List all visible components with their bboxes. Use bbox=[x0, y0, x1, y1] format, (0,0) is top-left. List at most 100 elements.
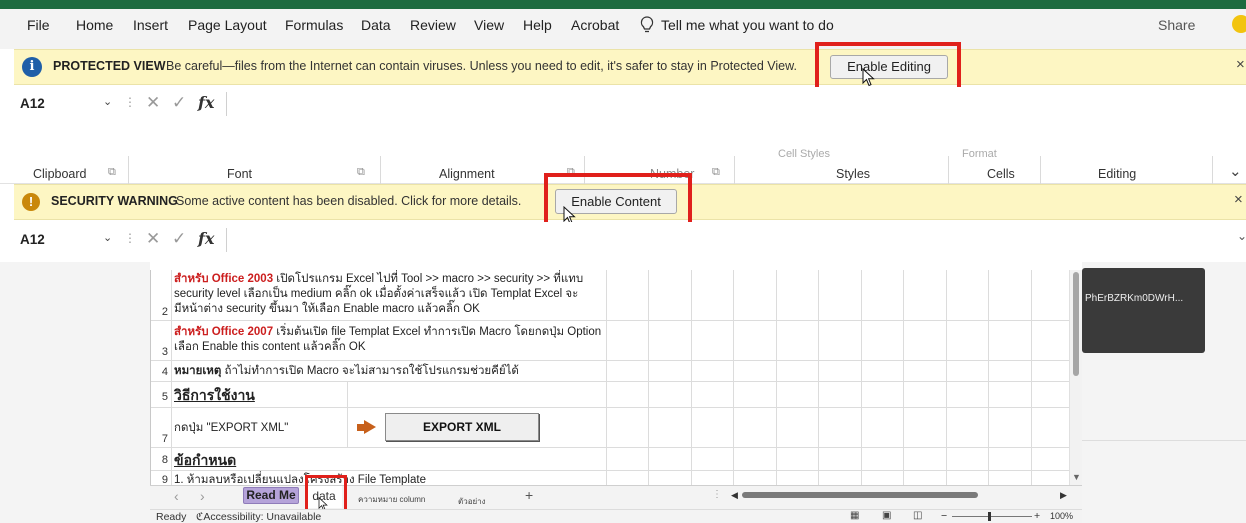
protected-view-message: Be careful—files from the Internet can c… bbox=[166, 59, 797, 73]
left-margin bbox=[0, 262, 150, 523]
enter-icon[interactable]: ✓ bbox=[172, 93, 186, 113]
sheet-tab-read-me[interactable]: Read Me bbox=[243, 487, 299, 504]
menu-file[interactable]: File bbox=[27, 17, 50, 33]
requirement-1: 1. ห้ามลบหรือเปลี่ยนแปลงโครงสร้าง File T… bbox=[174, 474, 426, 485]
grid-line bbox=[171, 270, 172, 485]
ribbon-group-editing: Editing bbox=[1098, 167, 1137, 181]
sheet-tab-example[interactable]: ตัวอย่าง bbox=[458, 495, 486, 508]
zoom-slider[interactable] bbox=[952, 516, 1032, 517]
grid-line bbox=[733, 270, 734, 485]
prev-sheet-icon[interactable]: ‹ bbox=[174, 488, 179, 504]
ribbon-group-clipboard: Clipboard bbox=[33, 167, 87, 181]
export-xml-button[interactable]: EXPORT XML bbox=[385, 413, 539, 441]
clipboard-launcher-icon[interactable]: ⧉ bbox=[108, 166, 116, 179]
name-box[interactable]: A12 bbox=[20, 232, 45, 247]
scroll-down-icon[interactable]: ▼ bbox=[1072, 472, 1081, 482]
add-sheet-icon[interactable]: + bbox=[525, 487, 533, 503]
zoom-slider-handle[interactable] bbox=[988, 512, 991, 521]
title-bar-strip bbox=[0, 0, 1246, 9]
note-row: หมายเหตุ ถ้าไม่ทำการเปิด Macro จะไม่สามา… bbox=[174, 364, 604, 379]
ribbon-group-alignment: Alignment bbox=[439, 167, 495, 181]
formula-input[interactable] bbox=[226, 228, 1236, 252]
scroll-right-icon[interactable]: ▶ bbox=[1060, 490, 1067, 501]
format-faded: Format bbox=[962, 148, 997, 160]
name-box[interactable]: A12 bbox=[20, 96, 45, 111]
info-icon: i bbox=[22, 57, 42, 77]
how-to-use-heading: วิธีการใช้งาน bbox=[174, 387, 255, 403]
vertical-scroll-thumb[interactable] bbox=[1073, 272, 1079, 376]
video-tile: PhErBZRKm0DWrH... bbox=[1082, 268, 1205, 353]
horizontal-scroll-thumb[interactable] bbox=[742, 492, 978, 498]
name-box-dropdown-icon[interactable]: ⌄ bbox=[103, 231, 112, 244]
grid-line bbox=[151, 470, 1071, 471]
grid-line bbox=[347, 381, 348, 447]
ribbon-group-styles: Styles bbox=[836, 167, 871, 181]
group-separator bbox=[948, 156, 949, 184]
insert-function-icon[interactable]: fx bbox=[198, 229, 214, 248]
page-layout-view-icon[interactable]: ▣ bbox=[882, 510, 891, 521]
zoom-level[interactable]: 100% bbox=[1050, 511, 1073, 521]
font-launcher-icon[interactable]: ⧉ bbox=[357, 166, 365, 179]
security-warning-close-icon[interactable]: × bbox=[1234, 191, 1243, 208]
menu-view[interactable]: View bbox=[474, 17, 504, 33]
menu-data[interactable]: Data bbox=[361, 17, 391, 33]
expand-formula-icon[interactable]: ⌄ bbox=[1237, 229, 1246, 243]
group-separator bbox=[128, 156, 129, 184]
grid-line bbox=[151, 407, 1071, 408]
group-separator bbox=[1212, 156, 1213, 184]
name-box-dropdown-icon[interactable]: ⌄ bbox=[103, 95, 112, 108]
protected-view-close-icon[interactable]: × bbox=[1236, 56, 1245, 73]
grid-line bbox=[1031, 270, 1032, 485]
zoom-in-button[interactable]: + bbox=[1034, 510, 1040, 522]
normal-view-icon[interactable]: ▦ bbox=[850, 510, 859, 521]
scroll-left-icon[interactable]: ◀ bbox=[731, 490, 738, 501]
share-button[interactable]: Share bbox=[1158, 17, 1195, 33]
menu-help[interactable]: Help bbox=[523, 17, 552, 33]
grid-line bbox=[946, 270, 947, 485]
number-launcher-icon[interactable]: ⧉ bbox=[712, 166, 720, 179]
worksheet-grid[interactable]: 2 สำหรับ Office 2003 เปิดโปรแกรม Excel ไ… bbox=[150, 270, 1082, 485]
tab-split-handle[interactable]: ⋮ bbox=[712, 489, 722, 500]
cancel-icon[interactable]: ✕ bbox=[146, 93, 160, 113]
more-options-icon: ⋮ bbox=[124, 95, 136, 109]
menu-formulas[interactable]: Formulas bbox=[285, 17, 343, 33]
press-export-instruction: กดปุ่ม "EXPORT XML" bbox=[174, 422, 289, 434]
enter-icon[interactable]: ✓ bbox=[172, 229, 186, 249]
grid-line bbox=[151, 360, 1071, 361]
row-number: 5 bbox=[161, 391, 168, 403]
sheet-tab-column-meaning-label: ความหมาย column bbox=[358, 495, 426, 504]
instruction-office-2007: สำหรับ Office 2007 เริ่มต้นเปิด file Tem… bbox=[174, 325, 604, 355]
row-number: 8 bbox=[161, 454, 168, 466]
note-label: หมายเหตุ bbox=[174, 365, 222, 377]
security-warning-message: Some active content has been disabled. C… bbox=[176, 194, 522, 208]
protected-view-title: PROTECTED VIEW bbox=[53, 59, 166, 73]
collapse-ribbon-icon[interactable]: ⌄ bbox=[1229, 162, 1242, 180]
accessibility-status[interactable]: ℭAccessibility: Unavailable bbox=[196, 511, 321, 523]
insert-function-icon[interactable]: fx bbox=[198, 93, 214, 112]
row-number: 9 bbox=[161, 474, 168, 485]
menu-page-layout[interactable]: Page Layout bbox=[188, 17, 267, 33]
group-separator bbox=[734, 156, 735, 184]
tell-me-search[interactable]: Tell me what you want to do bbox=[661, 17, 834, 33]
screenshot-collage: File Home Insert Page Layout Formulas Da… bbox=[0, 0, 1246, 523]
sheet-tab-column-meaning[interactable]: ความหมาย column bbox=[358, 491, 425, 506]
grid-line bbox=[648, 270, 649, 485]
group-separator bbox=[380, 156, 381, 184]
menu-review[interactable]: Review bbox=[410, 17, 456, 33]
menu-home[interactable]: Home bbox=[76, 17, 113, 33]
grid-line bbox=[818, 270, 819, 485]
requirements-heading: ข้อกำหนด bbox=[174, 452, 237, 468]
formula-input[interactable] bbox=[226, 92, 1236, 116]
menu-insert[interactable]: Insert bbox=[133, 17, 168, 33]
next-sheet-icon[interactable]: › bbox=[200, 488, 205, 504]
cancel-icon[interactable]: ✕ bbox=[146, 229, 160, 249]
highlight-box-enable-editing bbox=[815, 42, 961, 92]
zoom-out-button[interactable]: − bbox=[941, 510, 947, 522]
grid-line bbox=[988, 270, 989, 485]
instruction-office-2003: สำหรับ Office 2003 เปิดโปรแกรม Excel ไปท… bbox=[174, 272, 604, 317]
menu-acrobat[interactable]: Acrobat bbox=[571, 17, 619, 33]
feedback-smiley-icon[interactable] bbox=[1232, 15, 1246, 33]
lightbulb-icon[interactable] bbox=[640, 16, 654, 39]
row-number: 4 bbox=[161, 366, 168, 378]
page-break-view-icon[interactable]: ◫ bbox=[913, 510, 922, 521]
